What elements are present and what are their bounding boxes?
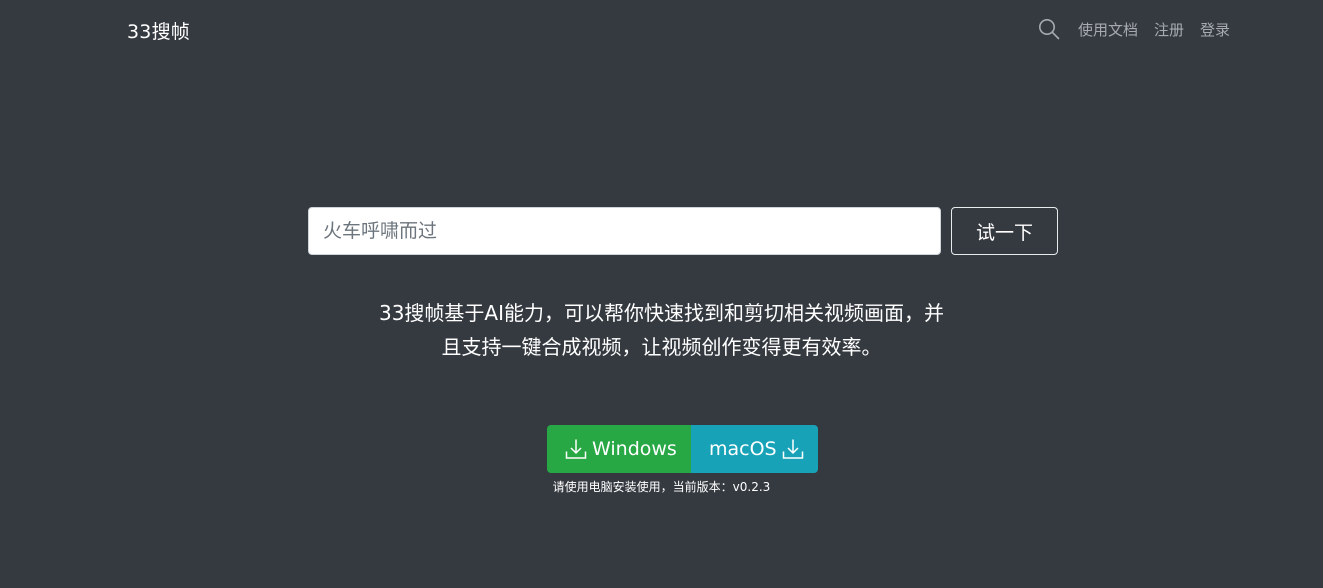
download-macos-label: macOS — [709, 438, 777, 460]
search-row: 试一下 — [308, 207, 1058, 255]
download-icon — [564, 437, 588, 461]
search-input[interactable] — [308, 207, 941, 255]
nav-links: 使用文档 注册 登录 — [1038, 18, 1230, 40]
download-windows-button[interactable]: Windows — [547, 425, 691, 473]
search-icon — [1038, 19, 1060, 40]
nav-link-login[interactable]: 登录 — [1200, 19, 1230, 40]
brand-logo[interactable]: 33搜帧 — [127, 17, 190, 44]
download-button-group: Windows macOS — [547, 425, 818, 473]
download-windows-label: Windows — [592, 438, 677, 460]
page: 33搜帧 使用文档 注册 登录 试一下 33搜帧基于AI能力，可以帮你快速找到和… — [0, 0, 1323, 588]
nav-link-docs[interactable]: 使用文档 — [1078, 19, 1138, 40]
version-note: 请使用电脑安装使用，当前版本：v0.2.3 — [552, 480, 771, 494]
download-icon — [781, 437, 805, 461]
description-line-2: 且支持一键合成视频，让视频创作变得更有效率。 — [441, 335, 882, 359]
navbar: 33搜帧 使用文档 注册 登录 — [0, 0, 1323, 58]
description-line-1: 33搜帧基于AI能力，可以帮你快速找到和剪切相关视频画面，并 — [378, 301, 945, 325]
nav-search-button[interactable] — [1038, 18, 1060, 40]
nav-link-register[interactable]: 注册 — [1154, 19, 1184, 40]
try-button[interactable]: 试一下 — [951, 207, 1058, 255]
download-macos-button[interactable]: macOS — [691, 425, 818, 473]
product-description: 33搜帧基于AI能力，可以帮你快速找到和剪切相关视频画面，并 且支持一键合成视频… — [0, 296, 1323, 364]
